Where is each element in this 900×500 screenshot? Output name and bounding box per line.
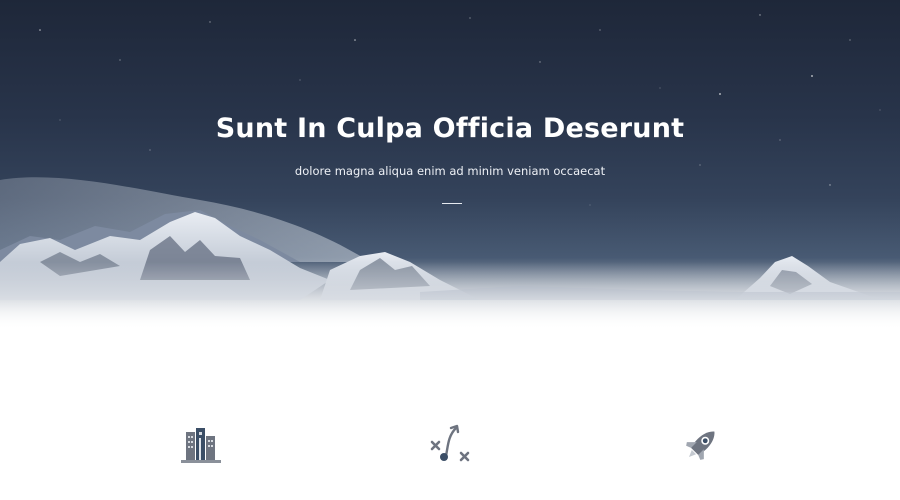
landing-page: Sunt In Culpa Officia Deserunt dolore ma… bbox=[0, 0, 900, 500]
buildings-icon bbox=[181, 428, 221, 463]
strategy-icon bbox=[430, 424, 470, 462]
hero-title: Sunt In Culpa Officia Deserunt bbox=[215, 113, 685, 144]
hero-banner: Sunt In Culpa Officia Deserunt dolore ma… bbox=[0, 0, 900, 330]
rocket-icon bbox=[686, 431, 715, 460]
hero-subtitle: dolore magna aliqua enim ad minim veniam… bbox=[294, 164, 606, 178]
hero-divider bbox=[442, 203, 462, 204]
